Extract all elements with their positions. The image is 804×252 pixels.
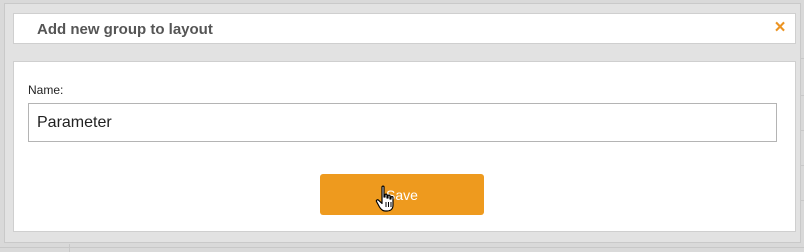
add-group-dialog: Add new group to layout × Name: Save <box>4 3 801 243</box>
save-button[interactable]: Save <box>320 174 484 215</box>
close-icon[interactable]: × <box>772 18 788 37</box>
dialog-header: Add new group to layout × <box>13 13 796 44</box>
background-divider <box>0 247 804 248</box>
name-label: Name: <box>28 83 64 97</box>
dialog-title: Add new group to layout <box>37 21 213 38</box>
background-divider <box>69 244 70 252</box>
name-input[interactable] <box>28 103 777 142</box>
dialog-body: Name: Save <box>13 61 796 232</box>
